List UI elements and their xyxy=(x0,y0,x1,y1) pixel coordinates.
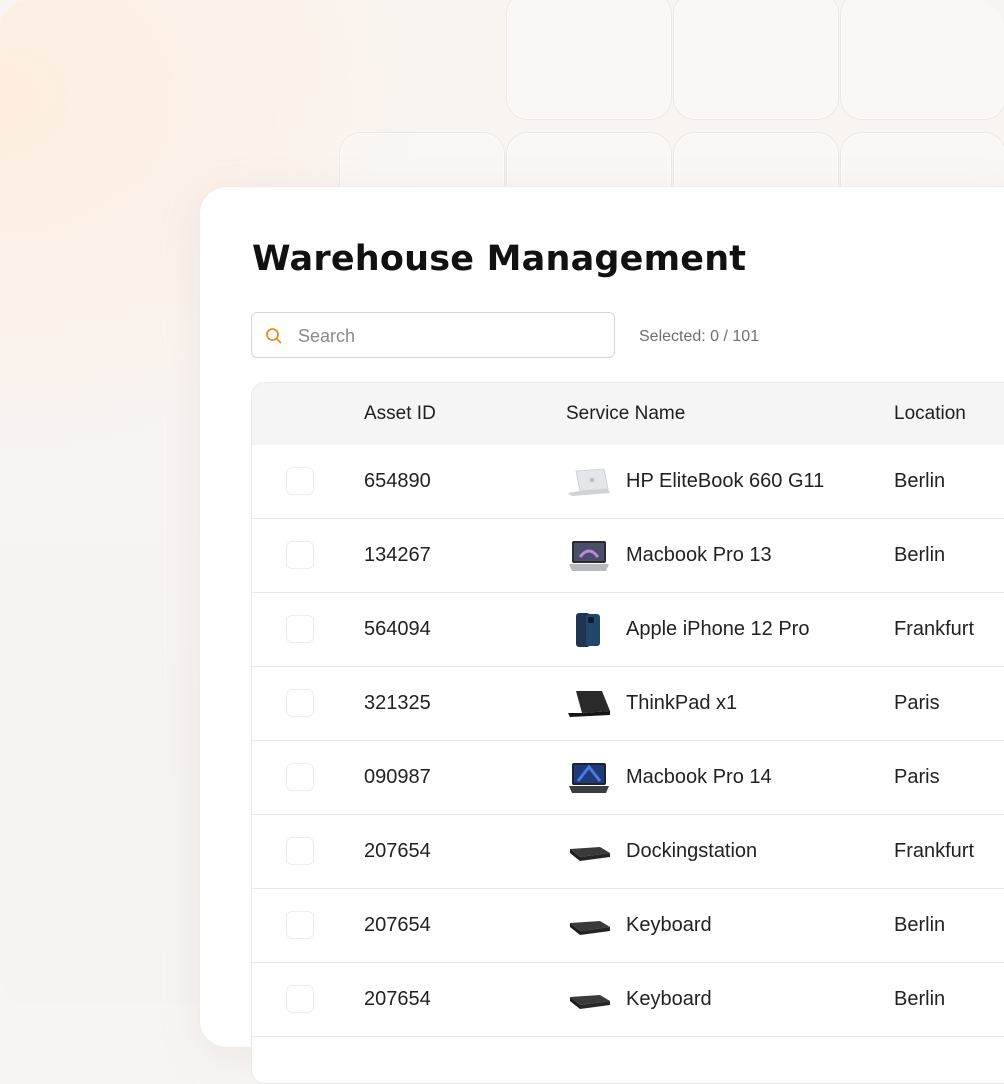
location-cell: Berlin xyxy=(894,988,946,1010)
asset-id-cell: 321325 xyxy=(364,692,431,714)
asset-id-cell: 654890 xyxy=(364,470,431,492)
iphone-icon xyxy=(576,613,600,647)
row-checkbox[interactable] xyxy=(286,985,314,1013)
macbook-icon xyxy=(569,541,609,571)
service-name-cell: Keyboard xyxy=(626,914,712,936)
search-icon xyxy=(266,328,282,344)
assets-table: Asset ID Service Name Location 654890 HP… xyxy=(251,382,1004,1084)
decorative-tile xyxy=(673,0,839,120)
location-cell: Paris xyxy=(894,766,940,788)
column-header-location[interactable]: Location xyxy=(894,403,966,425)
asset-id-cell: 207654 xyxy=(364,914,431,936)
asset-id-cell: 207654 xyxy=(364,840,431,862)
asset-id-cell: 207654 xyxy=(364,988,431,1010)
row-checkbox[interactable] xyxy=(286,911,314,939)
column-header-asset-id[interactable]: Asset ID xyxy=(364,403,436,425)
table-row[interactable]: 654890 HP EliteBook 660 G11 Berlin xyxy=(252,445,1004,519)
asset-id-cell: 564094 xyxy=(364,618,431,640)
row-checkbox[interactable] xyxy=(286,689,314,717)
location-cell: Berlin xyxy=(894,544,946,566)
macbook-dark-icon xyxy=(569,763,609,793)
location-cell: Berlin xyxy=(894,470,946,492)
asset-id-cell: 134267 xyxy=(364,544,431,566)
table-header: Asset ID Service Name Location xyxy=(252,383,1004,445)
table-row[interactable]: 207654 Keyboard Berlin xyxy=(252,963,1004,1037)
location-cell: Berlin xyxy=(894,914,946,936)
service-name-cell: ThinkPad x1 xyxy=(626,692,738,714)
location-cell: Frankfurt xyxy=(894,618,975,640)
keyboard-icon xyxy=(570,995,610,1009)
keyboard-icon xyxy=(570,921,610,935)
decorative-tile xyxy=(840,0,1004,120)
black-laptop-icon xyxy=(568,691,610,717)
service-name-cell: Dockingstation xyxy=(626,840,758,862)
search-box[interactable] xyxy=(251,312,615,358)
row-checkbox[interactable] xyxy=(286,541,314,569)
table-row[interactable]: 207654 Keyboard Berlin xyxy=(252,889,1004,963)
row-checkbox[interactable] xyxy=(286,837,314,865)
table-row[interactable]: 207654 Dockingstation Frankfurt xyxy=(252,815,1004,889)
table-row[interactable]: 090987 Macbook Pro 14 Paris xyxy=(252,741,1004,815)
page-title: Warehouse Management xyxy=(252,239,747,279)
service-name-cell: Macbook Pro 14 xyxy=(626,766,772,788)
row-checkbox[interactable] xyxy=(286,467,314,495)
selection-count: Selected: 0 / 101 xyxy=(639,328,760,345)
docking-station-icon xyxy=(570,847,610,861)
service-name-cell: Keyboard xyxy=(626,988,712,1010)
table-row[interactable]: 321325 ThinkPad x1 Paris xyxy=(252,667,1004,741)
silver-laptop-icon xyxy=(568,468,610,496)
service-name-cell: Macbook Pro 13 xyxy=(626,544,772,566)
service-name-cell: HP EliteBook 660 G11 xyxy=(626,470,825,492)
location-cell: Frankfurt xyxy=(894,840,975,862)
column-header-service-name[interactable]: Service Name xyxy=(566,403,685,425)
asset-id-cell: 090987 xyxy=(364,766,431,788)
service-name-cell: Apple iPhone 12 Pro xyxy=(626,618,810,640)
warehouse-card: Warehouse Management Selected: 0 / 101 A… xyxy=(199,186,1004,1084)
decorative-tile xyxy=(506,0,672,120)
search-input[interactable] xyxy=(296,321,600,351)
row-checkbox[interactable] xyxy=(286,615,314,643)
table-row[interactable]: 134267 Macbook Pro 13 Berlin xyxy=(252,519,1004,593)
row-checkbox[interactable] xyxy=(286,763,314,791)
location-cell: Paris xyxy=(894,692,940,714)
table-row[interactable]: 564094 Apple iPhone 12 Pro Frankfurt xyxy=(252,593,1004,667)
